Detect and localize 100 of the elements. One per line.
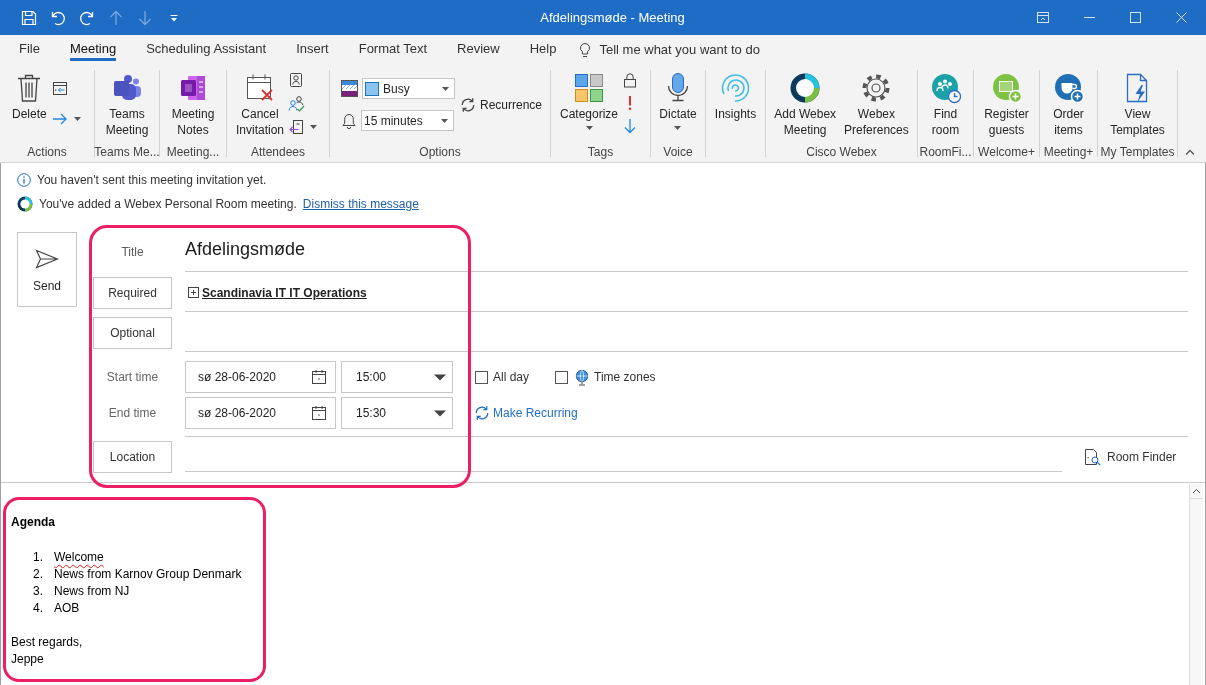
group-label: Voice bbox=[663, 145, 693, 160]
ribbon-tab[interactable]: File bbox=[19, 39, 40, 61]
tell-me-search[interactable]: Tell me what you want to do bbox=[599, 40, 760, 60]
show-as-icon bbox=[341, 80, 358, 97]
list-item-text: AOB bbox=[54, 600, 80, 617]
attendee-name[interactable]: Scandinavia IT IT Operations bbox=[202, 283, 367, 302]
caret-icon bbox=[441, 118, 448, 123]
scrollbar[interactable] bbox=[1189, 484, 1203, 685]
show-as-dropdown[interactable]: Busy bbox=[362, 78, 455, 99]
ring-icon bbox=[17, 196, 33, 212]
checkbox[interactable] bbox=[555, 370, 569, 384]
ribbon-button[interactable]: Order items bbox=[1048, 65, 1089, 145]
group-label: Teams Me... bbox=[94, 145, 160, 160]
collapse-ribbon-icon[interactable] bbox=[1185, 149, 1195, 155]
lock-icon[interactable] bbox=[622, 72, 639, 88]
reminder-dropdown[interactable]: 15 minutes bbox=[361, 110, 454, 131]
room-finder-button[interactable]: Room Finder bbox=[1083, 448, 1177, 466]
right-arrow-icon[interactable] bbox=[51, 111, 68, 127]
address-book-icon[interactable] bbox=[288, 72, 305, 88]
send-button[interactable]: Send bbox=[17, 232, 77, 307]
message-body[interactable]: Agenda 1. Welcome 2. News from Karnov Group Denmark 3. News from NJ 4. AOB Best regards, Jeppe bbox=[1, 483, 1189, 685]
closing-line: Jeppe bbox=[11, 651, 44, 668]
color-squares-icon bbox=[573, 72, 605, 104]
group-label: My Templates bbox=[1100, 145, 1175, 160]
ribbon-button[interactable]: Register guests bbox=[980, 65, 1033, 145]
ribbon-button[interactable]: Add Webex Meeting bbox=[770, 65, 841, 145]
globe-icon bbox=[574, 368, 591, 386]
required-field[interactable]: Scandinavia IT IT Operations bbox=[185, 277, 1188, 312]
group-label: Options bbox=[419, 145, 461, 160]
concentric-arcs-icon bbox=[719, 72, 752, 104]
close-icon[interactable] bbox=[1175, 12, 1187, 23]
date-field[interactable]: sø 28-06-2020 bbox=[185, 361, 336, 393]
ribbon-display-icon[interactable] bbox=[1037, 12, 1049, 23]
list-item-text: Welcome bbox=[54, 549, 104, 566]
group-label: Welcome+ bbox=[978, 145, 1035, 160]
list-number: 1. bbox=[33, 549, 44, 566]
status-swatch-icon bbox=[365, 81, 379, 96]
date-field[interactable]: sø 28-06-2020 bbox=[185, 397, 336, 429]
ribbon-tab[interactable]: Format Text bbox=[358, 39, 428, 61]
agenda-heading: Agenda bbox=[11, 514, 55, 531]
ribbon-tab[interactable]: Insert bbox=[296, 39, 329, 61]
field-label: Title bbox=[121, 244, 144, 261]
ribbon-button[interactable]: Meeting Notes bbox=[167, 65, 219, 145]
caret-icon[interactable] bbox=[73, 117, 81, 121]
caret-icon bbox=[442, 86, 449, 91]
people-check-icon[interactable] bbox=[288, 95, 306, 112]
list-number: 4. bbox=[33, 600, 44, 617]
ribbon-button[interactable]: Dictate bbox=[655, 65, 701, 145]
location-button[interactable]: Location bbox=[93, 441, 172, 473]
required-button[interactable]: Required bbox=[93, 277, 172, 309]
ribbon-button[interactable]: Insights bbox=[710, 65, 761, 145]
checkbox-label: All day bbox=[493, 369, 530, 386]
ribbon-button[interactable]: Cancel Invitation bbox=[232, 65, 289, 145]
save-icon[interactable] bbox=[21, 9, 37, 26]
ribbon-tab[interactable]: Scheduling Assistant bbox=[146, 39, 267, 61]
calendar-icon[interactable] bbox=[311, 369, 327, 385]
card-arrow-icon[interactable] bbox=[288, 119, 305, 135]
optional-button[interactable]: Optional bbox=[93, 317, 172, 349]
ribbon-button[interactable]: Delete bbox=[8, 65, 51, 145]
redo-icon[interactable] bbox=[79, 9, 95, 26]
list-number: 2. bbox=[33, 566, 44, 583]
caret-icon bbox=[434, 373, 446, 381]
ribbon-tab[interactable]: Meeting bbox=[69, 39, 117, 61]
checkbox[interactable] bbox=[475, 370, 488, 384]
ribbon-button[interactable]: Webex Preferences bbox=[840, 65, 913, 145]
ribbon-button[interactable]: Find room bbox=[925, 65, 966, 145]
circular-arrows-icon bbox=[460, 97, 476, 113]
group-label: Meeting+ bbox=[1043, 145, 1094, 160]
ribbon-button[interactable]: Teams Meeting bbox=[101, 65, 153, 145]
group-label: Meeting... bbox=[166, 145, 220, 160]
make-recurring-link[interactable]: Make Recurring bbox=[474, 404, 578, 422]
window-title: Afdelingsmøde - Meeting bbox=[540, 8, 685, 27]
notification-text: You've added a Webex Personal Room meeting. bbox=[39, 196, 297, 213]
field-label: Start time bbox=[106, 369, 159, 386]
ribbon-tab[interactable]: Help bbox=[529, 39, 557, 61]
checkbox-label: Time zones bbox=[594, 369, 656, 386]
expand-icon[interactable] bbox=[188, 287, 199, 298]
recurrence-button[interactable]: Recurrence bbox=[460, 96, 543, 114]
paper-plane-icon bbox=[35, 249, 59, 269]
ring-icon bbox=[789, 72, 822, 104]
cup-plus-icon bbox=[1052, 72, 1085, 104]
time-dropdown[interactable]: 15:30 bbox=[341, 397, 453, 429]
time-dropdown[interactable]: 15:00 bbox=[341, 361, 453, 393]
undo-icon[interactable] bbox=[50, 9, 66, 26]
info-icon bbox=[17, 173, 31, 187]
caret-icon[interactable] bbox=[310, 125, 318, 129]
bell-icon bbox=[341, 112, 357, 129]
list-item-text: News from Karnov Group Denmark bbox=[54, 566, 242, 583]
group-label: Tags bbox=[587, 145, 614, 160]
caret-icon bbox=[434, 409, 446, 417]
ribbon-button[interactable]: View Templates bbox=[1106, 65, 1169, 145]
dismiss-link[interactable]: Dismiss this message bbox=[302, 195, 419, 213]
customize-caret-icon[interactable] bbox=[169, 12, 179, 23]
field-label: End time bbox=[108, 405, 157, 422]
maximize-icon[interactable] bbox=[1129, 12, 1141, 23]
title-field[interactable]: Afdelingsmøde bbox=[185, 232, 1188, 272]
ribbon-tab[interactable]: Review bbox=[457, 39, 500, 61]
calendar-icon[interactable] bbox=[311, 405, 327, 421]
ribbon-button[interactable]: Categorize bbox=[556, 65, 623, 145]
group-label: Attendees bbox=[250, 145, 305, 160]
